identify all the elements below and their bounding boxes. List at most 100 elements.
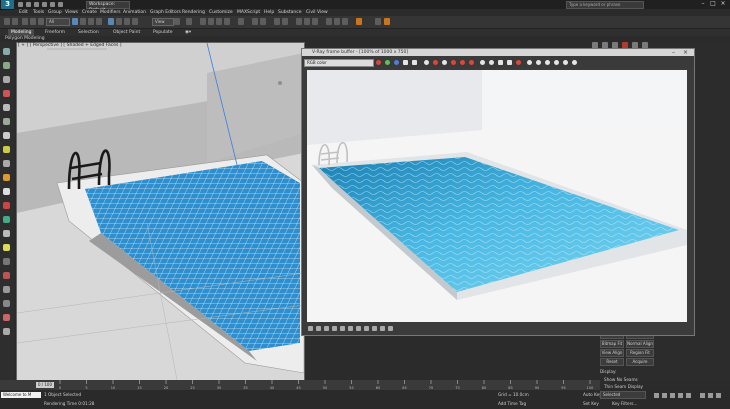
compare-b-icon[interactable]: [536, 60, 541, 65]
menu-maxscript[interactable]: MAXScript: [237, 9, 260, 16]
create-cone-icon[interactable]: [3, 132, 10, 139]
normal-align-button[interactable]: Normal Align: [626, 340, 654, 348]
vray-light-icon[interactable]: [3, 244, 10, 251]
layer-explorer-icon[interactable]: [274, 18, 280, 25]
tab-selection[interactable]: Selection: [75, 29, 102, 36]
create-teapot-icon[interactable]: [3, 90, 10, 97]
mirror-icon[interactable]: [252, 18, 258, 25]
view-align-button[interactable]: View Align: [600, 349, 624, 357]
save-image-icon[interactable]: [424, 60, 429, 65]
vfb-status-icon-11[interactable]: [388, 326, 393, 331]
systems-icon[interactable]: [3, 216, 10, 223]
previous-frame-icon[interactable]: [662, 393, 667, 398]
perspective-viewport[interactable]: [16, 42, 305, 381]
reference-coordinate-dropdown[interactable]: View: [152, 18, 174, 26]
redo-icon[interactable]: [50, 2, 55, 7]
create-shape-icon[interactable]: [3, 188, 10, 195]
window-crossing-icon[interactable]: [96, 18, 102, 25]
vfb-status-icon-7[interactable]: [356, 326, 361, 331]
percent-snap-icon[interactable]: [216, 18, 222, 25]
lut-icon[interactable]: [572, 60, 577, 65]
add-time-tag[interactable]: Add Time Tag: [498, 401, 526, 406]
app-logo-icon[interactable]: 3: [1, 0, 14, 9]
create-helper-icon[interactable]: [3, 174, 10, 181]
clear-image-icon[interactable]: [433, 60, 438, 65]
vfb-status-icon-1[interactable]: [308, 326, 313, 331]
pan-icon[interactable]: [708, 393, 713, 398]
bitmap-fit-button[interactable]: Bitmap Fit: [600, 340, 624, 348]
green-channel-icon[interactable]: [385, 60, 390, 65]
select-icon[interactable]: [3, 48, 10, 55]
vray-plane-icon[interactable]: [3, 286, 10, 293]
project-folder-icon[interactable]: [58, 2, 63, 7]
vray-sun-icon[interactable]: [3, 272, 10, 279]
color-corrections-icon[interactable]: [563, 60, 568, 65]
redo-tool-icon[interactable]: [12, 18, 18, 25]
play-icon[interactable]: [670, 393, 675, 398]
vray-star-icon[interactable]: [384, 18, 390, 25]
next-frame-icon[interactable]: [678, 393, 683, 398]
acquire-button[interactable]: Acquire: [626, 358, 654, 366]
timeline-slider[interactable]: 0 5 10 15 20 25 30 35 40 45 50 55 60 65 70 75 80 85 90 95 10…: [0, 380, 600, 390]
menu-edit[interactable]: Edit: [19, 9, 28, 16]
schematic-view-icon[interactable]: [304, 18, 310, 25]
maxscript-listener[interactable]: Welcome to M: [1, 392, 41, 398]
select-move-icon[interactable]: [108, 18, 114, 25]
angle-snap-icon[interactable]: [208, 18, 214, 25]
viewport-label[interactable]: [ + ] [ Perspective ] [ Shaded + Edged F…: [18, 43, 122, 48]
reset-button[interactable]: Reset: [600, 358, 624, 366]
maximize-icon[interactable]: □: [710, 1, 716, 7]
stop-rendering-icon[interactable]: [489, 60, 494, 65]
menu-group[interactable]: Group: [48, 9, 62, 16]
key-selection-dropdown[interactable]: Selected: [600, 391, 646, 399]
color-clamp-icon[interactable]: [498, 60, 503, 65]
vfb-status-icon-2[interactable]: [316, 326, 321, 331]
render-teapot-vfb-icon[interactable]: [516, 60, 521, 65]
key-filters-button[interactable]: Key Filters...: [612, 401, 637, 406]
tab-modeling[interactable]: Modeling: [8, 29, 35, 36]
vray-toolbar-icon[interactable]: [375, 18, 381, 25]
align-icon[interactable]: [260, 18, 266, 25]
tab-object-paint[interactable]: Object Paint: [110, 29, 143, 36]
unlink-icon[interactable]: [30, 18, 36, 25]
vray-fur-icon[interactable]: [3, 258, 10, 265]
menu-tools[interactable]: Tools: [33, 9, 44, 16]
track-mouse-icon[interactable]: [451, 60, 456, 65]
create-cylinder-icon[interactable]: [3, 104, 10, 111]
duplicate-to-max-vfb-icon[interactable]: [442, 60, 447, 65]
option-thin-seam-display[interactable]: Thin Seam Display: [604, 384, 643, 389]
vfb-title-bar[interactable]: V-Ray frame buffer - [100% of 1000 x 750…: [302, 49, 694, 56]
option-show-no-seams[interactable]: Show No Seams: [604, 377, 638, 382]
select-scale-icon[interactable]: [124, 18, 130, 25]
create-sphere-icon[interactable]: [3, 76, 10, 83]
go-to-start-icon[interactable]: [654, 393, 659, 398]
mono-mode-icon[interactable]: [412, 60, 417, 65]
snaps-toggle-icon[interactable]: [200, 18, 206, 25]
bind-space-warp-icon[interactable]: [38, 18, 44, 25]
rendered-frame-window-icon[interactable]: [334, 18, 340, 25]
vfb-minimize-icon[interactable]: –: [672, 49, 675, 56]
alpha-channel-icon[interactable]: [403, 60, 408, 65]
vfb-status-icon-10[interactable]: [380, 326, 385, 331]
keyboard-shortcut-override-icon[interactable]: [186, 18, 192, 25]
save-file-icon[interactable]: [34, 2, 39, 7]
compare-a-icon[interactable]: [527, 60, 532, 65]
blue-channel-icon[interactable]: [394, 60, 399, 65]
select-rotate-icon[interactable]: [116, 18, 122, 25]
menu-graph-editors[interactable]: Graph Editors: [150, 9, 181, 16]
pixel-info-icon[interactable]: [507, 60, 512, 65]
minimize-icon[interactable]: –: [700, 1, 706, 7]
select-by-name-icon[interactable]: [80, 18, 86, 25]
region-fit-button[interactable]: Region Fit: [626, 349, 654, 357]
menu-customize[interactable]: Customize: [209, 9, 233, 16]
menu-create[interactable]: Create: [82, 9, 97, 16]
lens-effects-icon[interactable]: [554, 60, 559, 65]
tab-freeform[interactable]: Freeform: [42, 29, 68, 36]
open-file-icon[interactable]: [26, 2, 31, 7]
render-teapot-icon[interactable]: [356, 18, 362, 25]
render-last-icon[interactable]: [480, 60, 485, 65]
close-icon[interactable]: ×: [720, 1, 726, 7]
vray-frame-buffer-window[interactable]: V-Ray frame buffer - [100% of 1000 x 750…: [301, 48, 695, 336]
menu-help[interactable]: Help: [264, 9, 274, 16]
render-production-icon[interactable]: [342, 18, 348, 25]
